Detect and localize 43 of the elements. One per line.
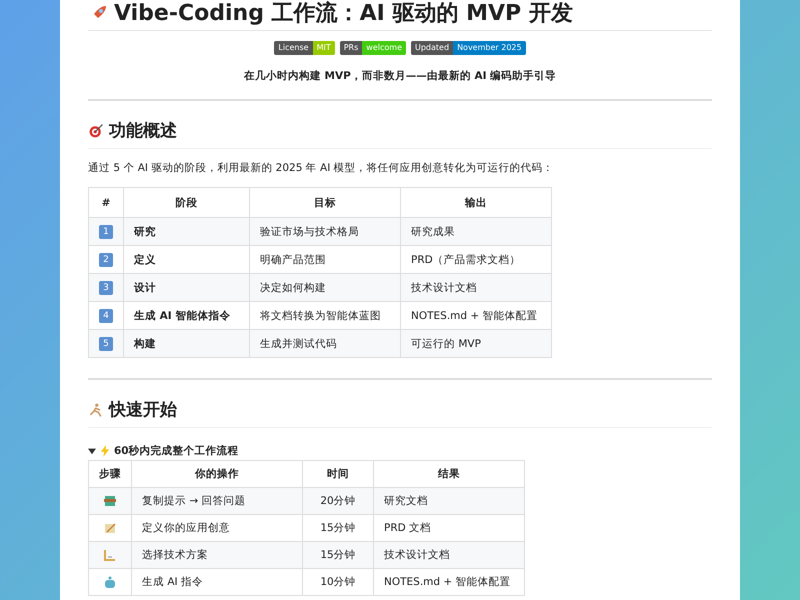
column-header: # (88, 188, 124, 218)
ruler-icon (103, 548, 117, 562)
number-key: 4 (99, 308, 113, 322)
table-cell: 构建 (124, 330, 250, 358)
table-cell: 研究成果 (400, 218, 552, 246)
disclosure-triangle-icon[interactable] (88, 447, 96, 455)
column-header: 阶段 (124, 188, 250, 218)
target-icon (88, 122, 104, 138)
runner-icon (88, 402, 104, 418)
intro-text: 通过 5 个 AI 驱动的阶段，利用最新的 2025 年 AI 模型，将任何应用创意转化为可运行的代码： (88, 161, 555, 175)
table-cell: 设计 (124, 274, 250, 302)
table-cell: 20分钟 (302, 488, 374, 514)
table-cell: 选择技术方案 (132, 542, 302, 568)
section-heading: 功能概述 (109, 120, 177, 142)
number-key: 5 (99, 336, 113, 350)
table-cell: 15分钟 (302, 542, 374, 568)
number-key: 3 (99, 280, 113, 294)
column-header: 你的操作 (132, 460, 302, 488)
page-title: Vibe-Coding 工作流：AI 驱动的 MVP 开发 (88, 0, 712, 31)
notepad-icon (103, 521, 117, 535)
table-cell: 生成 AI 指令 (132, 568, 302, 596)
table-cell: 复制提示 → 回答问题 (132, 488, 302, 514)
table-cell: 10分钟 (302, 568, 374, 596)
table-cell: 可运行的 MVP (400, 330, 552, 358)
table-cell: 技术设计文档 (400, 274, 552, 302)
column-header: 输出 (400, 188, 552, 218)
section-heading: 快速开始 (109, 399, 177, 421)
table-cell: 研究文档 (374, 488, 524, 514)
table-cell: 研究 (124, 218, 250, 246)
table-cell: 决定如何构建 (250, 274, 400, 302)
collapsible-summary[interactable]: 60秒内完成整个工作流程 (88, 444, 712, 458)
table-cell: 生成并测试代码 (250, 330, 400, 358)
number-key: 1 (99, 224, 113, 238)
number-key: 2 (99, 252, 113, 266)
column-header: 步骤 (88, 460, 132, 488)
tagline: 在几小时内构建 MVP，而非数月——由最新的 AI 编码助手引导 (242, 69, 558, 83)
lightning-icon (100, 445, 110, 457)
table-cell: 技术设计文档 (374, 542, 524, 568)
column-header: 目标 (250, 188, 400, 218)
column-header: 结果 (374, 460, 524, 488)
table-cell: NOTES.md + 智能体配置 (374, 568, 524, 596)
table-cell: 验证市场与技术格局 (250, 218, 400, 246)
books-icon (103, 494, 117, 508)
